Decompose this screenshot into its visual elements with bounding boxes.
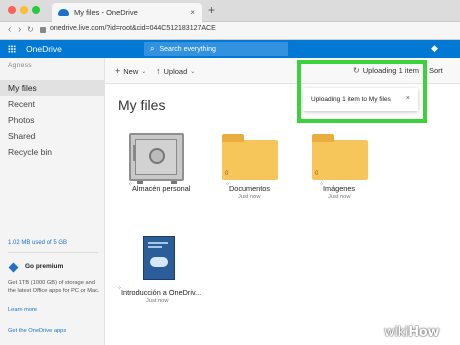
tile-name[interactable]: Introducción a OneDriv... [121,288,201,297]
onedrive-cloud-icon [58,9,69,16]
app-launcher-icon[interactable] [8,45,16,53]
upload-label: Upload [163,66,188,76]
chevron-down-icon: ⌄ [190,68,196,75]
onedrive-header: OneDrive ⌕ Search everything ◆ [0,40,460,58]
vault-door [135,139,177,175]
item-count: 0 [315,171,319,177]
sidebar-item-shared[interactable]: Shared [0,128,105,144]
sidebar-item-my-files[interactable]: My files [0,80,105,96]
left-nav: Agness My files Recent Photos Shared Rec… [0,58,105,345]
tile-name[interactable]: Almacén personal [132,184,190,193]
highlight-box [297,60,427,123]
upload-arrow-icon: ↑ [156,66,161,76]
document-thumbnail[interactable] [143,236,175,280]
sort-label: Sort [429,66,443,75]
get-apps-link[interactable]: Get the OneDrive apps [8,328,66,334]
premium-description: Get 1TB (1000 GB) of storage and the lat… [8,280,100,294]
brand-title[interactable]: OneDrive [26,44,62,54]
search-input[interactable]: ⌕ Search everything [144,42,288,56]
divider [8,252,98,253]
premium-diamond-icon[interactable]: ◆ [431,43,438,54]
watermark-how: How [408,325,440,340]
thumbnail-text-line [148,242,168,244]
tile-name[interactable]: Documentos [229,184,270,193]
address-bar: ‹ › ↻ onedrive.live.com/?id=root&cid=044… [0,22,460,40]
search-icon: ⌕ [150,44,155,53]
tile-modified: Just now [146,298,169,304]
url-field[interactable]: onedrive.live.com/?id=root&cid=044C51218… [40,25,216,33]
wikihow-watermark: wikiHow [384,325,439,340]
reload-icon[interactable]: ↻ [27,25,34,34]
lock-icon [40,26,46,33]
forward-arrow-icon[interactable]: › [18,24,21,35]
folder-icon[interactable]: 0 [222,134,278,180]
sidebar-item-photos[interactable]: Photos [0,112,105,128]
search-placeholder: Search everything [159,45,216,53]
page-title: My files [118,97,166,113]
browser-tab[interactable]: My files - OneDrive × [52,3,202,22]
learn-more-link[interactable]: Learn more [8,307,37,313]
url-text: onedrive.live.com/?id=root&cid=044C51218… [50,25,216,32]
window-titlebar: My files - OneDrive × + [0,0,460,22]
tile-name[interactable]: Imágenes [323,184,355,193]
diamond-icon [8,262,19,273]
close-window-button[interactable] [8,6,16,14]
upload-button[interactable]: ↑ Upload ⌄ [156,66,195,76]
cloud-illustration [150,257,168,267]
thumbnail-text-line [148,246,162,248]
sidebar-item-recent[interactable]: Recent [0,96,105,112]
sidebar-item-recycle-bin[interactable]: Recycle bin [0,144,105,160]
premium-title: Go premium [25,263,64,270]
user-name: Agness [8,62,33,69]
vault-hinge [133,145,136,161]
vault-dial [149,148,165,164]
plus-icon: + [115,66,121,76]
chevron-down-icon: ⌄ [141,68,147,75]
watermark-wiki: wiki [384,325,409,340]
tile-modified: Just now [238,194,261,200]
item-count: 0 [225,171,229,177]
tile-modified: Just now [328,194,351,200]
sort-button[interactable]: Sort [429,66,443,75]
minimize-window-button[interactable] [20,6,28,14]
new-button[interactable]: + New ⌄ [115,66,146,76]
tab-title: My files - OneDrive [74,8,138,17]
storage-usage[interactable]: 1.02 MB used of 5 GB [8,240,67,246]
folder-icon[interactable]: 0 [312,134,368,180]
new-tab-button[interactable]: + [208,3,215,17]
back-arrow-icon[interactable]: ‹ [8,24,11,35]
personal-vault-icon[interactable] [129,133,184,184]
maximize-window-button[interactable] [32,6,40,14]
new-label: New [123,66,139,76]
tab-close-icon[interactable]: × [190,8,195,17]
